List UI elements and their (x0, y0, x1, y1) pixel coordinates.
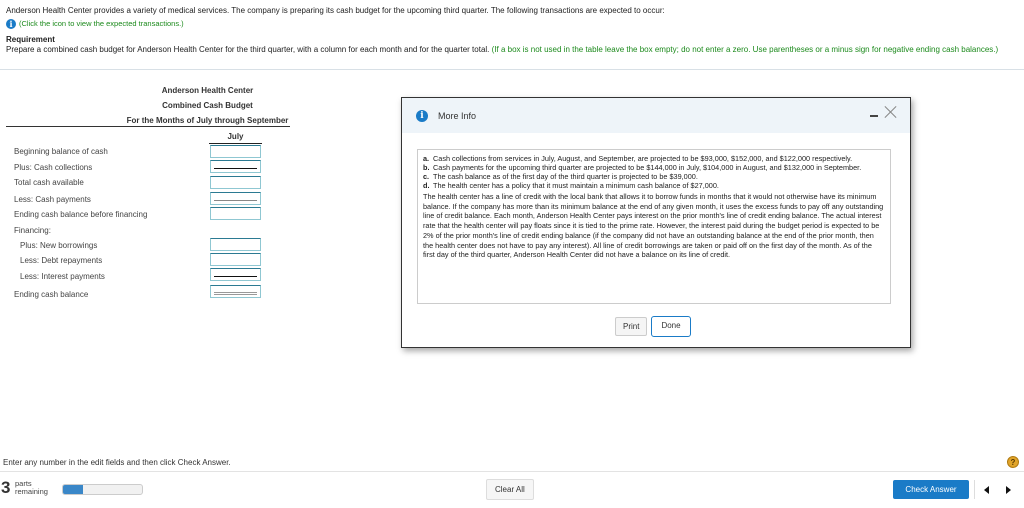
done-button[interactable]: Done (651, 316, 691, 337)
input-total-cash[interactable] (210, 176, 261, 189)
column-header-july: July (227, 132, 244, 141)
requirement-body: Prepare a combined cash budget for Ander… (6, 45, 490, 54)
clear-all-button[interactable]: Clear All (486, 479, 534, 500)
input-interest-payments[interactable] (210, 268, 261, 281)
input-beginning-balance[interactable] (210, 145, 261, 158)
print-button[interactable]: Print (615, 317, 648, 336)
list-item: c. The cash balance as of the first day … (423, 172, 885, 181)
row-label-interest-payments: Less: Interest payments (20, 272, 105, 281)
triangle-left-icon (983, 485, 989, 494)
problem-text: Anderson Health Center provides a variet… (6, 6, 665, 15)
item-text: Cash payments for the upcoming third qua… (433, 163, 862, 172)
requirement-title: Requirement (6, 35, 55, 44)
line-of-credit-paragraph: The health center has a line of credit w… (423, 192, 884, 260)
row-label-cash-payments: Less: Cash payments (14, 195, 91, 204)
input-debt-repayments[interactable] (210, 253, 261, 266)
problem-intro: Anderson Health Center provides a variet… (6, 5, 1016, 55)
more-info-dialog: i More Info a. Cash collections from ser… (401, 97, 911, 348)
parts-label-line2: remaining (15, 487, 48, 496)
footer-divider (0, 471, 1024, 472)
divider (0, 69, 1024, 70)
parts-remaining-count: 3 (1, 478, 11, 497)
parts-remaining-label: parts remaining (15, 480, 48, 496)
row-label-beginning-balance: Beginning balance of cash (14, 147, 108, 156)
item-text: The health center has a policy that it m… (433, 181, 719, 190)
row-label-ending-cash: Ending cash balance (14, 290, 89, 299)
list-item: d. The health center has a policy that i… (423, 181, 885, 190)
double-underline (214, 292, 257, 295)
transactions-list: a. Cash collections from services in Jul… (423, 154, 885, 190)
item-text: Cash collections from services in July, … (433, 154, 853, 163)
budget-title: Combined Cash Budget (162, 101, 253, 110)
row-label-financing: Financing: (14, 226, 51, 235)
input-cash-collections[interactable] (210, 160, 261, 173)
input-cash-payments[interactable] (210, 192, 261, 205)
input-ending-cash[interactable] (210, 285, 261, 298)
underline (214, 276, 257, 277)
row-label-cash-collections: Plus: Cash collections (14, 163, 93, 172)
list-item: b. Cash payments for the upcoming third … (423, 163, 885, 172)
hint-text[interactable]: (Click the icon to view the expected tra… (19, 19, 184, 28)
item-letter: a. (423, 154, 430, 163)
underline (214, 200, 257, 201)
check-answer-button[interactable]: Check Answer (893, 480, 969, 499)
column-rule (209, 143, 262, 144)
close-icon[interactable] (884, 105, 898, 119)
budget-period: For the Months of July through September (126, 116, 289, 125)
dialog-header[interactable]: i More Info (402, 98, 910, 133)
progress-fill (63, 485, 83, 494)
input-ending-before-financing[interactable] (210, 207, 261, 220)
item-letter: c. (423, 172, 430, 181)
item-letter: d. (423, 181, 430, 190)
progress-bar (62, 484, 143, 495)
dialog-title: More Info (438, 110, 477, 121)
hint-line: i (Click the icon to view the expected t… (6, 18, 1016, 29)
triangle-right-icon (1006, 485, 1012, 494)
row-label-debt-repayments: Less: Debt repayments (20, 256, 103, 265)
info-icon: i (416, 109, 428, 122)
budget-company: Anderson Health Center (161, 86, 254, 95)
item-letter: b. (423, 163, 430, 172)
row-label-new-borrowings: Plus: New borrowings (20, 241, 98, 250)
input-new-borrowings[interactable] (210, 238, 261, 251)
question-nav (974, 480, 1020, 499)
row-label-ending-before-financing: Ending cash balance before financing (14, 210, 148, 219)
requirement-note: (If a box is not used in the table leave… (491, 45, 999, 54)
info-icon[interactable]: i (6, 18, 16, 29)
row-label-total-cash: Total cash available (14, 178, 84, 187)
requirement-text: Prepare a combined cash budget for Ander… (6, 45, 1016, 55)
header-rule (6, 126, 290, 127)
instruction-message: Enter any number in the edit fields and … (3, 458, 231, 467)
item-text: The cash balance as of the first day of … (433, 172, 698, 181)
next-button[interactable] (998, 480, 1021, 499)
help-icon[interactable]: ? (1007, 456, 1019, 468)
previous-button[interactable] (975, 480, 998, 499)
underline (214, 168, 257, 169)
dialog-buttons: Print Done (615, 316, 691, 337)
dialog-body: a. Cash collections from services in Jul… (417, 149, 891, 304)
minimize-icon[interactable] (870, 115, 878, 117)
list-item: a. Cash collections from services in Jul… (423, 154, 885, 163)
